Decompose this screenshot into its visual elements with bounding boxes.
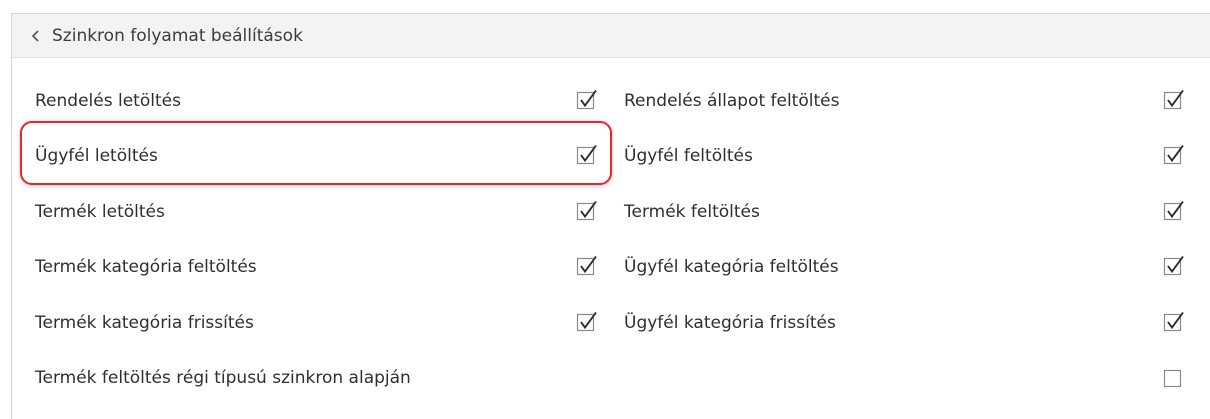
option-label-termek-feltoltes: Termék feltöltés xyxy=(624,202,760,222)
option-row: Termék letöltés xyxy=(35,192,165,232)
option-row: Ügyfél letöltés xyxy=(35,136,158,176)
chevron-left-icon[interactable] xyxy=(28,28,44,44)
option-row: Ügyfél kategória frissítés xyxy=(624,303,836,343)
checkbox-rendeles-letoltes[interactable] xyxy=(576,89,598,111)
option-row: Termék feltöltés régi típusú szinkron al… xyxy=(35,358,411,398)
checkbox-termek-kategoria-feltoltes[interactable] xyxy=(576,255,598,277)
option-label-ugyfel-kategoria-frissites: Ügyfél kategória frissítés xyxy=(624,313,836,333)
option-row: Ügyfél feltöltés xyxy=(624,136,753,176)
option-label-ugyfel-kategoria-feltoltes: Ügyfél kategória feltöltés xyxy=(624,257,839,277)
option-row: Rendelés állapot feltöltés xyxy=(624,81,839,121)
option-label-rendeles-letoltes: Rendelés letöltés xyxy=(35,91,181,111)
option-label-rendeles-allapot-feltoltes: Rendelés állapot feltöltés xyxy=(624,91,840,111)
option-label-termek-letoltes: Termék letöltés xyxy=(35,202,165,222)
panel-header[interactable]: Szinkron folyamat beállítások xyxy=(12,14,1210,58)
checkbox-rendeles-allapot-feltoltes[interactable] xyxy=(1163,89,1185,111)
option-row: Ügyfél kategória feltöltés xyxy=(624,247,839,287)
option-label-termek-kategoria-frissites: Termék kategória frissítés xyxy=(35,313,254,333)
option-label-termek-kategoria-feltoltes: Termék kategória feltöltés xyxy=(35,257,257,277)
checkbox-termek-kategoria-frissites[interactable] xyxy=(576,311,598,333)
checkbox-ugyfel-kategoria-frissites[interactable] xyxy=(1163,311,1185,333)
panel-title: Szinkron folyamat beállítások xyxy=(52,25,303,46)
checkbox-ugyfel-kategoria-feltoltes[interactable] xyxy=(1163,255,1185,277)
checkbox-ugyfel-letoltes[interactable] xyxy=(576,144,598,166)
option-row: Termék kategória feltöltés xyxy=(35,247,257,287)
option-row: Termék feltöltés xyxy=(624,192,760,232)
option-label-ugyfel-feltoltes: Ügyfél feltöltés xyxy=(624,146,753,166)
option-label-termek-feltoltes-regi-tipusu: Termék feltöltés régi típusú szinkron al… xyxy=(35,368,411,388)
option-row: Rendelés letöltés xyxy=(35,81,181,121)
option-row: Termék kategória frissítés xyxy=(35,303,254,343)
checkbox-termek-letoltes[interactable] xyxy=(576,200,598,222)
checkbox-termek-feltoltes[interactable] xyxy=(1163,200,1185,222)
checkbox-termek-feltoltes-regi-tipusu[interactable] xyxy=(1163,367,1185,389)
checkbox-ugyfel-feltoltes[interactable] xyxy=(1163,144,1185,166)
option-label-ugyfel-letoltes: Ügyfél letöltés xyxy=(35,146,158,166)
